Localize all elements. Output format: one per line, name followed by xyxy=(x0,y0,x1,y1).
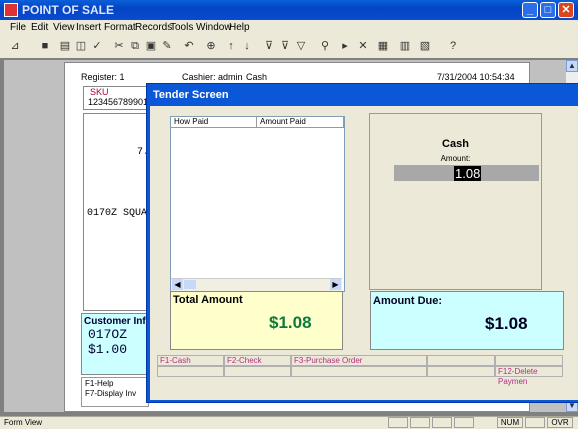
database-window-icon[interactable]: ▥ xyxy=(398,39,412,53)
new-record-icon[interactable]: ▸ xyxy=(338,39,352,53)
title-bar: POINT OF SALE _ □ ✕ xyxy=(0,0,578,20)
list-horizontal-scrollbar[interactable]: ◀ ▶ xyxy=(171,278,342,291)
print-preview-icon[interactable]: ◫ xyxy=(74,39,88,53)
fkey-blank-5[interactable] xyxy=(495,355,563,366)
customer-price: $1.00 xyxy=(88,342,128,357)
status-ovr: OVR xyxy=(547,417,573,428)
hint-f7: F7-Display Inv xyxy=(85,389,137,398)
f2-check-key[interactable]: F2-Check xyxy=(224,355,291,366)
cash-amount-field[interactable]: 1.08 xyxy=(394,165,539,181)
maximize-button[interactable]: □ xyxy=(540,2,556,18)
paste-icon[interactable]: ▣ xyxy=(144,39,158,53)
view-icon[interactable]: ⊿ xyxy=(8,39,22,53)
minimize-button[interactable]: _ xyxy=(522,2,538,18)
apply-filter-icon[interactable]: ▽ xyxy=(294,39,308,53)
cashier-label: Cashier: admin xyxy=(182,72,243,82)
customer-info-label: Customer Inf xyxy=(84,316,146,327)
filter-selection-icon[interactable]: ⊽ xyxy=(262,39,276,53)
status-cell-3 xyxy=(432,417,452,428)
menu-help[interactable]: Help xyxy=(229,22,250,33)
cash-amount-label: Amount: xyxy=(440,154,471,163)
register-label: Register: 1 xyxy=(81,72,125,82)
toolbar: ⊿ ■ ▤ ◫ ✓ ✂ ⧉ ▣ ✎ ↶ ⊕ ↑ ↓ ⊽ ⊽ ▽ ⚲ ▸ ✕ ▦ … xyxy=(0,36,578,59)
format-painter-icon[interactable]: ✎ xyxy=(160,39,174,53)
sort-ascending-icon[interactable]: ↑ xyxy=(224,39,238,53)
cut-icon[interactable]: ✂ xyxy=(112,39,126,53)
print-icon[interactable]: ▤ xyxy=(58,39,72,53)
sku-field[interactable]: 123456789901 xyxy=(84,97,148,107)
properties-icon[interactable]: ▦ xyxy=(376,39,390,53)
save-icon[interactable]: ■ xyxy=(38,39,52,53)
spelling-icon[interactable]: ✓ xyxy=(90,39,104,53)
customer-item: 017OZ xyxy=(88,327,128,342)
function-key-bar: F1-Cash F2-Check F3-Purchase Order F12-D… xyxy=(157,355,563,386)
filter-form-icon[interactable]: ⊽ xyxy=(278,39,292,53)
menu-edit[interactable]: Edit xyxy=(31,22,48,33)
item-description: 0170Z SQUAR xyxy=(87,208,154,219)
f3-purchase-order-key[interactable]: F3-Purchase Order xyxy=(291,355,427,366)
scroll-thumb[interactable] xyxy=(184,280,196,289)
find-icon[interactable]: ⚲ xyxy=(318,39,332,53)
sort-descending-icon[interactable]: ↓ xyxy=(240,39,254,53)
fkey-blank-8[interactable] xyxy=(291,366,427,377)
menu-bar: File Edit View Insert Format Records Too… xyxy=(0,20,578,36)
help-icon[interactable]: ? xyxy=(446,39,460,53)
status-cell-2 xyxy=(410,417,430,428)
menu-records[interactable]: Records xyxy=(135,22,172,33)
menu-format[interactable]: Format xyxy=(104,22,136,33)
cash-panel: Cash Amount: 1.08 xyxy=(369,113,542,290)
menu-window[interactable]: Window xyxy=(196,22,232,33)
f1-cash-key[interactable]: F1-Cash xyxy=(157,355,224,366)
fkey-blank-7[interactable] xyxy=(224,366,291,377)
menu-insert[interactable]: Insert xyxy=(76,22,101,33)
app-icon xyxy=(4,3,18,17)
copy-icon[interactable]: ⧉ xyxy=(128,39,142,53)
fkey-blank-6[interactable] xyxy=(157,366,224,377)
hyperlink-icon[interactable]: ⊕ xyxy=(204,39,218,53)
scroll-right-icon[interactable]: ▶ xyxy=(330,279,341,290)
total-amount-value: $1.08 xyxy=(269,313,312,332)
cash-amount-value: 1.08 xyxy=(454,166,482,181)
fkey-blank-4[interactable] xyxy=(427,355,495,366)
cash-title: Cash xyxy=(442,138,469,150)
amount-due-label: Amount Due: xyxy=(373,295,443,307)
menu-tools[interactable]: Tools xyxy=(170,22,193,33)
total-amount-box: Total Amount $1.08 xyxy=(170,291,343,350)
undo-icon[interactable]: ↶ xyxy=(182,39,196,53)
col-how-paid[interactable]: How Paid xyxy=(171,117,257,128)
scroll-up-icon[interactable]: ▲ xyxy=(566,60,578,72)
customer-info-box: Customer Inf 017OZ $1.00 xyxy=(81,313,149,375)
sku-label: SKU xyxy=(90,87,109,97)
app-title: POINT OF SALE xyxy=(22,3,115,17)
sku-box: SKU 123456789901 xyxy=(83,86,149,110)
status-cell-6 xyxy=(525,417,545,428)
status-text: Form View xyxy=(4,418,43,427)
amount-due-box: Amount Due: $1.08 xyxy=(370,291,564,350)
status-cell-1 xyxy=(388,417,408,428)
payment-type-label: Cash xyxy=(246,72,268,82)
fkey-blank-9[interactable] xyxy=(427,366,495,377)
delete-record-icon[interactable]: ✕ xyxy=(356,39,370,53)
menu-file[interactable]: File xyxy=(10,22,26,33)
new-object-icon[interactable]: ▧ xyxy=(418,39,432,53)
close-button[interactable]: ✕ xyxy=(558,2,574,18)
status-num: NUM xyxy=(497,417,523,428)
total-amount-label: Total Amount xyxy=(173,294,243,306)
payments-list[interactable]: How Paid Amount Paid ◀ ▶ xyxy=(170,116,345,292)
status-cell-4 xyxy=(454,417,474,428)
tender-dialog-title: Tender Screen xyxy=(153,89,229,101)
menu-view[interactable]: View xyxy=(53,22,75,33)
hint-f1: F1-Help xyxy=(85,379,114,388)
scroll-left-icon[interactable]: ◀ xyxy=(172,279,183,290)
col-amount-paid[interactable]: Amount Paid xyxy=(257,117,344,128)
status-bar: Form View NUM OVR xyxy=(0,416,578,429)
amount-due-value: $1.08 xyxy=(485,314,528,333)
hint-box: F1-Help F7-Display Inv xyxy=(81,377,149,407)
f12-delete-payment-key[interactable]: F12-Delete Paymen xyxy=(495,366,563,386)
